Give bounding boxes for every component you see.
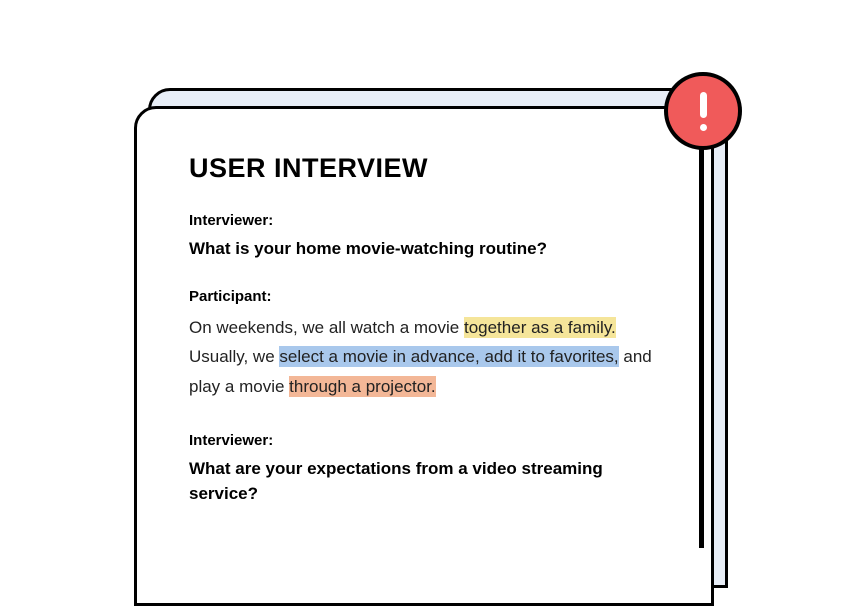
speaker-label: Interviewer:	[189, 432, 659, 449]
interview-question: What are your expectations from a video …	[189, 457, 659, 506]
document-title: USER INTERVIEW	[189, 153, 659, 184]
interview-block-0: Interviewer: What is your home movie-wat…	[189, 212, 659, 262]
highlight-blue[interactable]: select a movie in advance, add it to fav…	[279, 346, 618, 367]
answer-segment: Usually, we	[189, 347, 279, 366]
highlight-yellow[interactable]: together as a family.	[464, 317, 616, 338]
interview-block-2: Interviewer: What are your expectations …	[189, 432, 659, 506]
interview-block-1: Participant: On weekends, we all watch a…	[189, 288, 659, 402]
document-card: USER INTERVIEW Interviewer: What is your…	[134, 106, 714, 606]
alert-signpost-pole	[699, 148, 704, 548]
exclamation-icon	[700, 92, 707, 118]
highlight-orange[interactable]: through a projector.	[289, 376, 435, 397]
alert-badge[interactable]	[664, 72, 742, 150]
answer-segment: On weekends, we all watch a movie	[189, 318, 464, 337]
interview-question: What is your home movie-watching routine…	[189, 237, 659, 262]
speaker-label: Participant:	[189, 288, 659, 305]
exclamation-dot-icon	[700, 124, 707, 131]
interview-answer: On weekends, we all watch a movie togeth…	[189, 313, 659, 402]
speaker-label: Interviewer:	[189, 212, 659, 229]
